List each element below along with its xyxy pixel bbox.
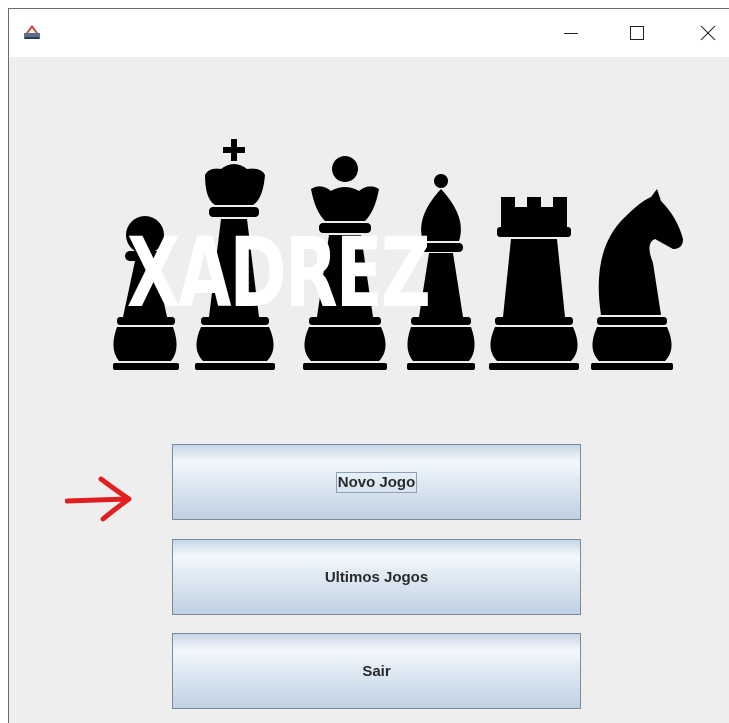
- recent-games-label: Ultimos Jogos: [324, 568, 429, 586]
- minimize-icon: [564, 33, 578, 34]
- red-arrow-icon: [65, 476, 132, 522]
- app-window: XADREZ Novo Jogo Ultimos Jogos Sair: [8, 8, 729, 723]
- exit-label: Sair: [362, 662, 391, 680]
- recent-games-button[interactable]: Ultimos Jogos: [172, 539, 581, 615]
- close-icon: [700, 25, 716, 41]
- exit-button[interactable]: Sair: [172, 633, 581, 709]
- main-panel: XADREZ Novo Jogo Ultimos Jogos Sair: [9, 57, 729, 723]
- java-app-icon: [24, 25, 40, 39]
- close-button[interactable]: [686, 9, 729, 57]
- maximize-icon: [630, 26, 644, 40]
- title-bar[interactable]: [9, 9, 729, 57]
- new-game-button[interactable]: Novo Jogo: [172, 444, 581, 520]
- rook-icon: [489, 197, 579, 370]
- logo-title: XADREZ: [126, 217, 431, 329]
- maximize-button[interactable]: [615, 9, 659, 57]
- minimize-button[interactable]: [549, 9, 593, 57]
- knight-icon: [591, 189, 683, 370]
- new-game-label: Novo Jogo: [335, 471, 418, 493]
